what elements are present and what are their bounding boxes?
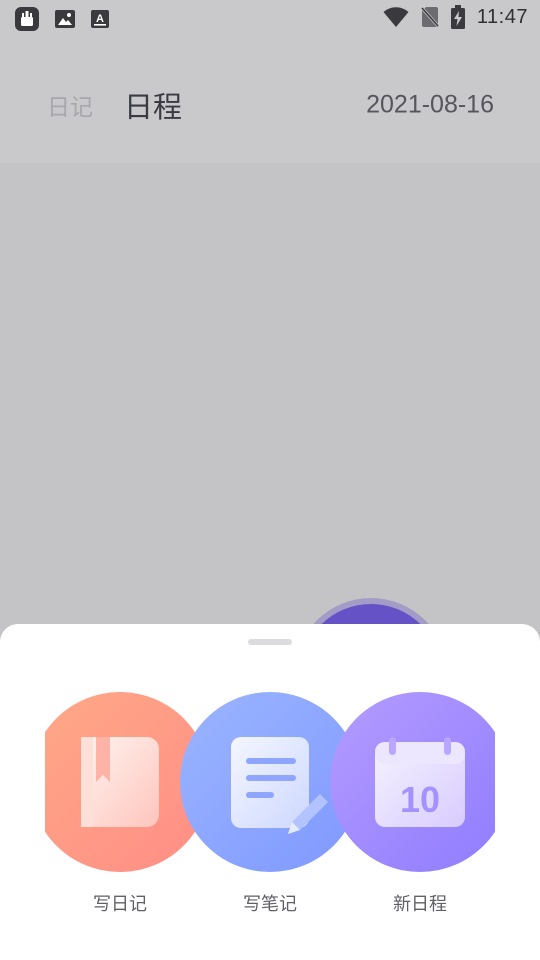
app-header: 日记 日程 2021-08-16 [0, 36, 540, 163]
no-sim-icon [420, 7, 439, 27]
tab-schedule[interactable]: 日程 [124, 84, 182, 126]
header-date[interactable]: 2021-08-16 [366, 91, 494, 120]
calendar-day-number: 10 [400, 779, 440, 820]
wifi-icon [383, 7, 409, 27]
new-schedule-button[interactable]: 10 新日程 [330, 692, 495, 922]
status-bar: A 11:47 [0, 0, 540, 36]
battery-charging-icon [450, 5, 465, 29]
image-notification-icon [55, 10, 75, 28]
calendar-icon: 10 [375, 737, 465, 827]
svg-text:A: A [96, 13, 104, 25]
tab-diary[interactable]: 日记 [47, 88, 93, 122]
bottom-sheet: 写日记 写笔记 10 新日程 [0, 624, 540, 960]
new-schedule-label: 新日程 [393, 894, 447, 915]
text-notification-icon: A [91, 10, 109, 28]
status-time: 11:47 [476, 5, 528, 28]
schedule-circle: 10 [330, 692, 495, 872]
robot-notification-icon [15, 7, 39, 31]
